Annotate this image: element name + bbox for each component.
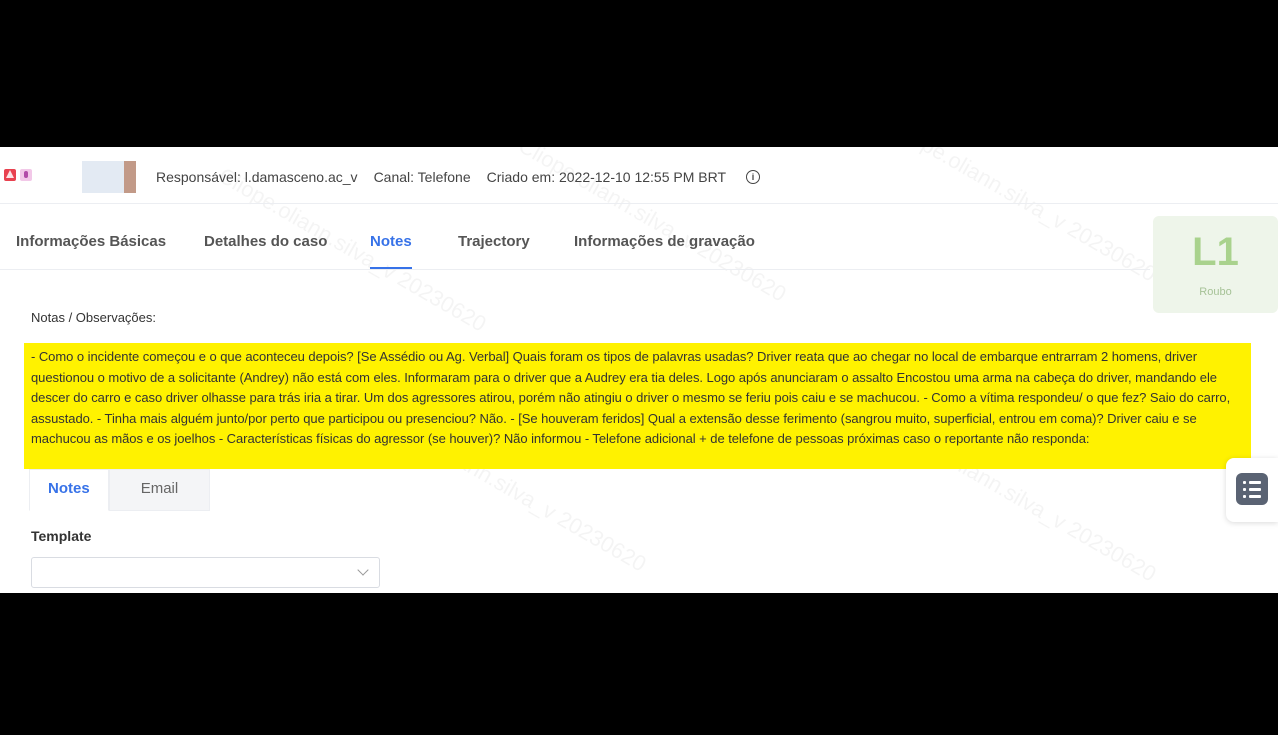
- subtab-notes[interactable]: Notes: [29, 469, 109, 511]
- tab-trajectory[interactable]: Trajectory: [458, 233, 530, 250]
- notes-text: - Como o incidente começou e o que acont…: [31, 349, 1231, 446]
- subtab-email[interactable]: Email: [108, 469, 211, 511]
- level-badge: L1 Roubo: [1153, 216, 1278, 313]
- template-label: Template: [31, 528, 92, 544]
- created-text: Criado em: 2022-12-10 12:55 PM BRT: [486, 169, 727, 185]
- notes-subtabs: Notes Email: [29, 469, 211, 511]
- side-panel-button[interactable]: [1226, 458, 1278, 522]
- microphone-icon[interactable]: [20, 169, 32, 181]
- case-tabs: Informações Básicas Detalhes do caso Not…: [0, 203, 1150, 270]
- tab-detalhes-do-caso[interactable]: Detalhes do caso: [204, 233, 327, 250]
- notes-text-block: - Como o incidente começou e o que acont…: [24, 343, 1251, 469]
- list-icon: [1236, 473, 1268, 505]
- responsible-text: Responsável: l.damasceno.ac_v: [156, 169, 358, 185]
- template-select[interactable]: [31, 557, 380, 588]
- case-meta: Responsável: l.damasceno.ac_v Canal: Tel…: [156, 169, 761, 185]
- avatar: [82, 161, 136, 193]
- tab-informacoes-basicas[interactable]: Informações Básicas: [16, 233, 166, 250]
- case-header: Responsável: l.damasceno.ac_v Canal: Tel…: [0, 147, 1278, 204]
- channel-text: Canal: Telefone: [373, 169, 471, 185]
- tab-notes[interactable]: Notes: [370, 233, 412, 269]
- tab-informacoes-de-gravacao[interactable]: Informações de gravação: [574, 233, 755, 250]
- status-icons: [4, 169, 32, 181]
- info-icon[interactable]: i: [746, 170, 761, 184]
- notes-section-label: Notas / Observações:: [31, 310, 156, 325]
- level-code: L1: [1192, 230, 1239, 274]
- chevron-down-icon: [357, 564, 369, 576]
- level-label: Roubo: [1199, 286, 1232, 298]
- alert-icon[interactable]: [4, 169, 16, 181]
- case-screen: Cliope.oliann.silva_v 20230620 Cliope.ol…: [0, 147, 1278, 593]
